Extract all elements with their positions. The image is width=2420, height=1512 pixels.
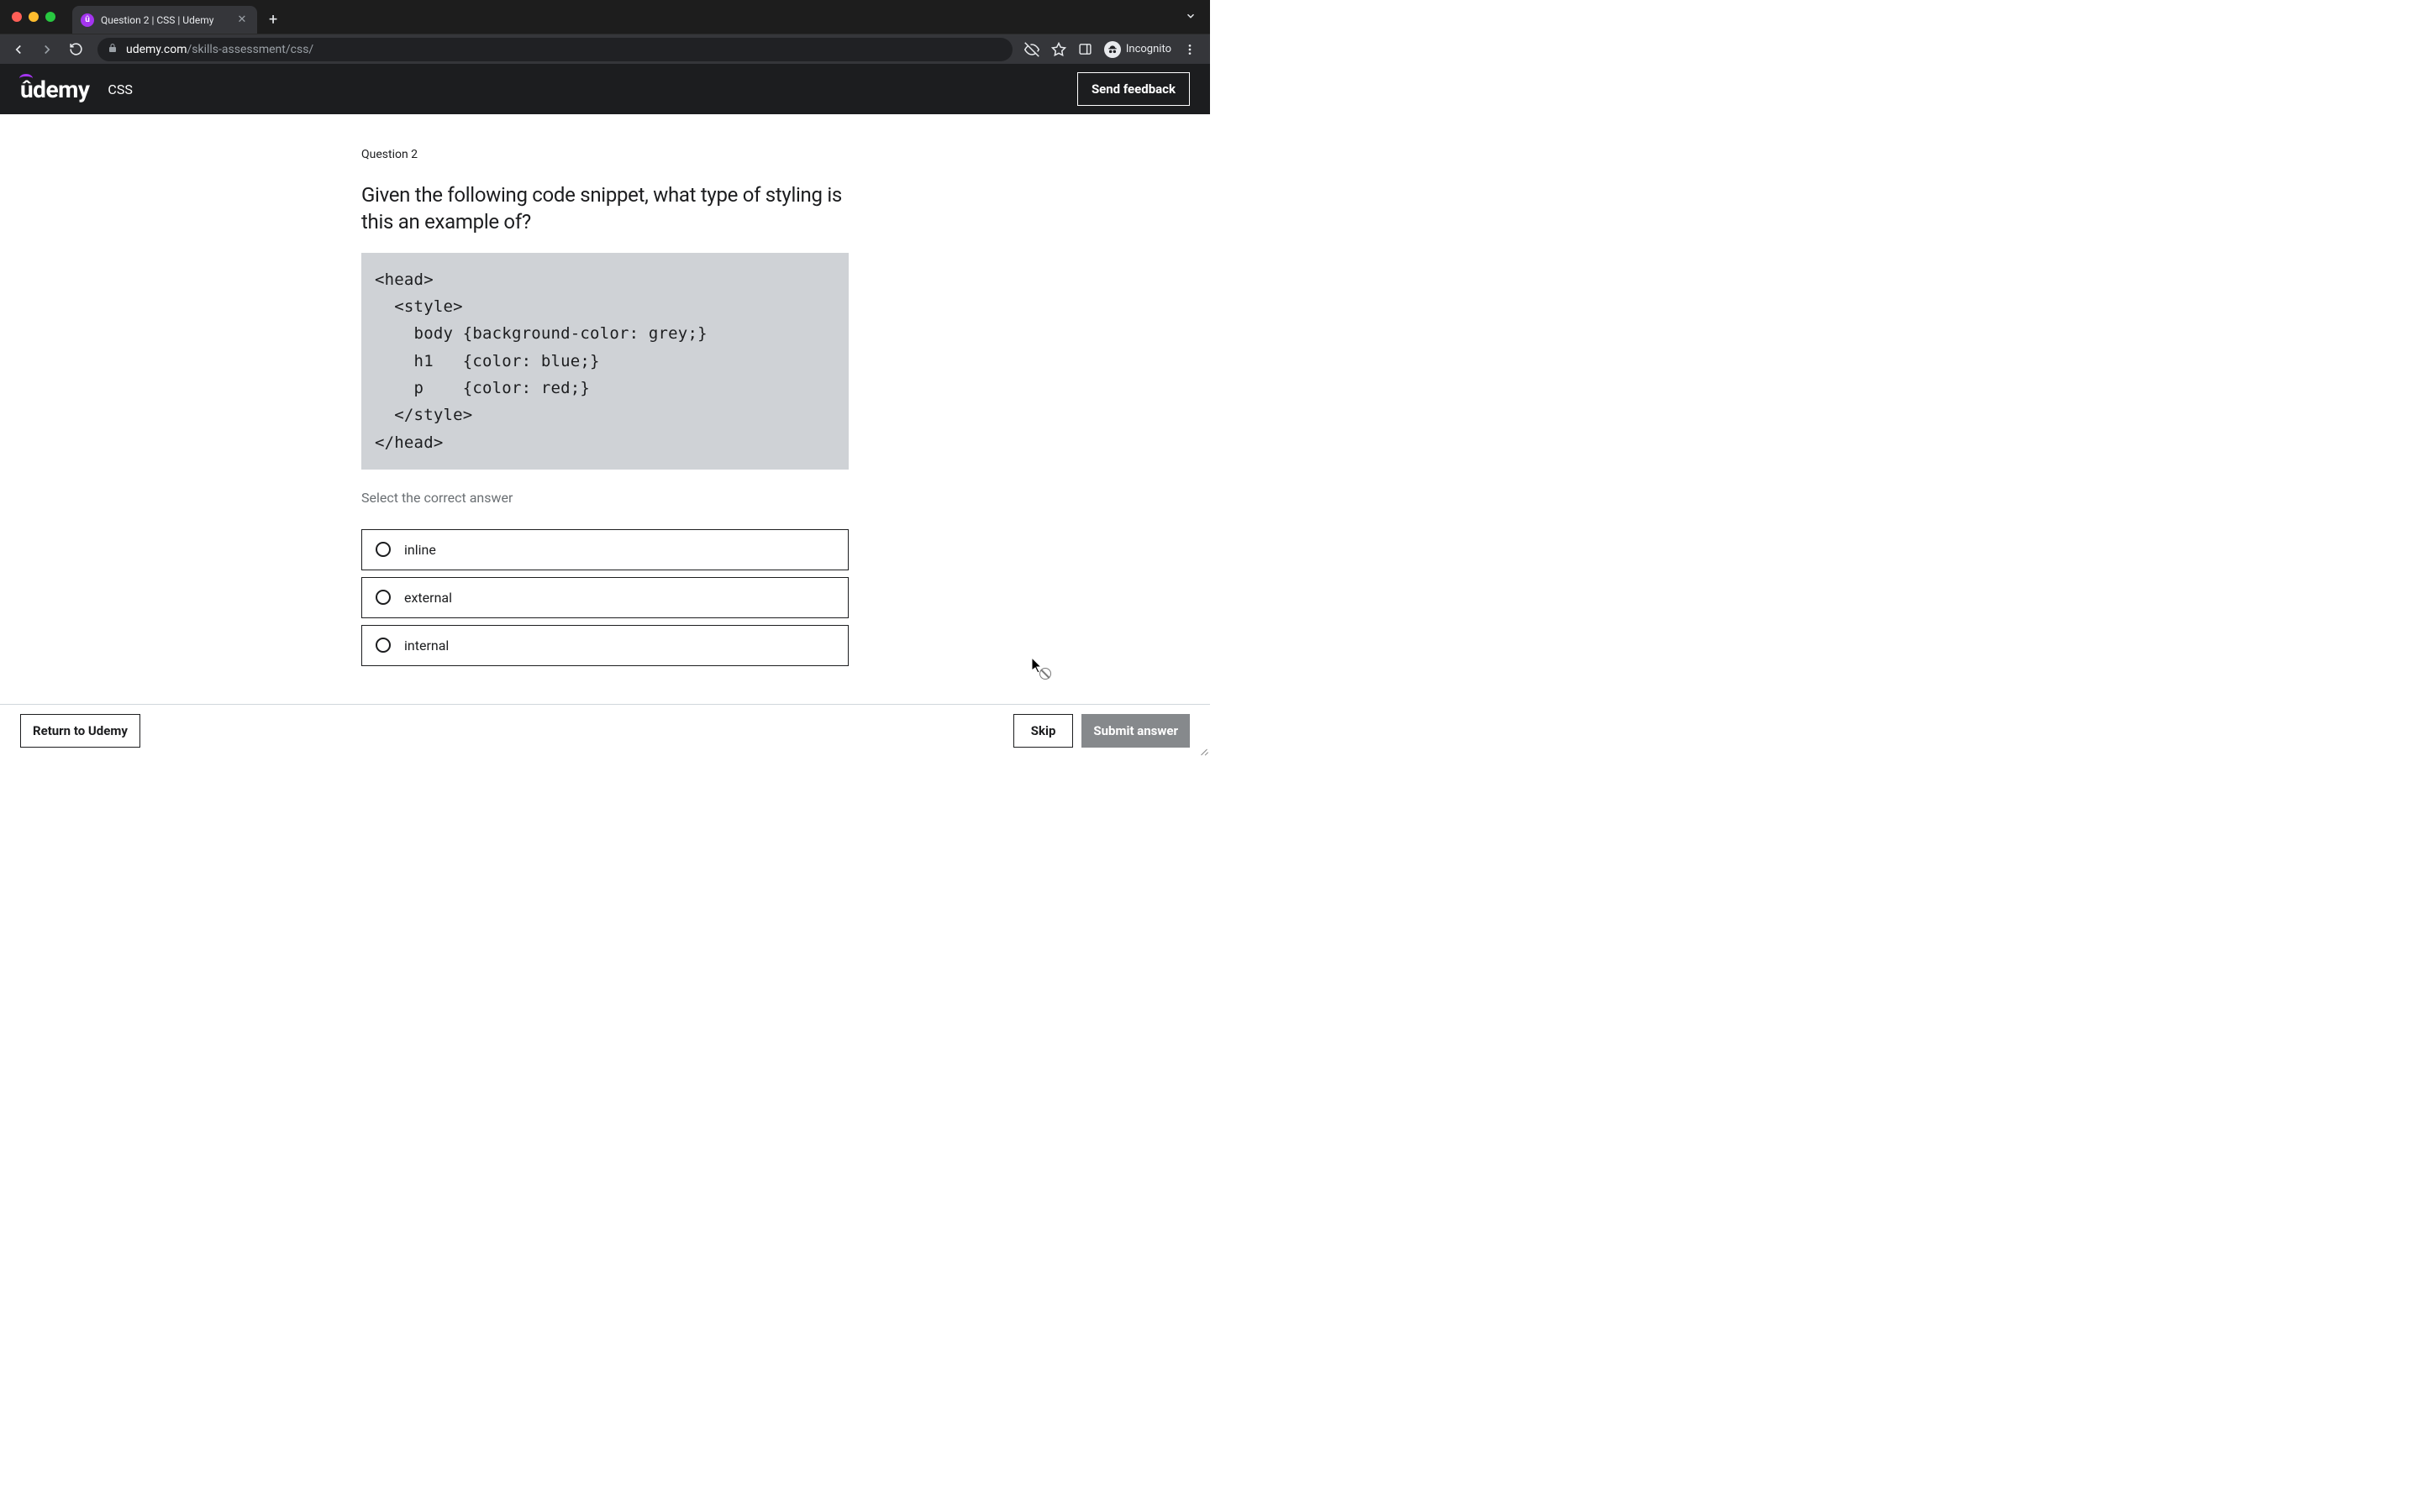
tab-close-icon[interactable]: ✕ [235,13,249,26]
radio-icon [376,542,391,557]
return-to-udemy-button[interactable]: Return to Udemy [20,714,140,748]
code-snippet: <head> <style> body {background-color: g… [361,253,849,470]
assessment-topic: CSS [108,81,132,97]
window-close-button[interactable] [12,12,22,22]
question-prompt: Given the following code snippet, what t… [361,181,849,236]
window-maximize-button[interactable] [45,12,55,22]
radio-icon [376,638,391,653]
answer-option[interactable]: external [361,577,849,618]
select-hint: Select the correct answer [361,490,849,506]
browser-chrome: û Question 2 | CSS | Udemy ✕ + udemy.com… [0,0,1210,64]
option-label: external [404,590,452,606]
udemy-logo[interactable]: ûdemy [20,76,89,103]
kebab-menu-icon[interactable] [1183,43,1197,56]
main-content: Question 2 Given the following code snip… [0,114,1210,704]
answer-option[interactable]: internal [361,625,849,666]
submit-answer-button[interactable]: Submit answer [1081,714,1190,748]
incognito-indicator[interactable]: Incognito [1104,41,1171,58]
window-controls [12,12,55,22]
radio-icon [376,590,391,605]
address-bar: udemy.com/skills-assessment/css/ Incogni… [0,34,1210,64]
answer-options: inline external internal [361,529,849,666]
send-feedback-button[interactable]: Send feedback [1077,72,1190,106]
option-label: internal [404,638,449,654]
resize-handle-icon [1198,744,1208,754]
question-number: Question 2 [361,148,849,161]
option-label: inline [404,542,436,558]
url-field[interactable]: udemy.com/skills-assessment/css/ [97,38,1013,61]
tab-overflow-button[interactable] [1185,9,1210,25]
back-button[interactable] [7,38,30,61]
udemy-header: ûdemy CSS Send feedback [0,64,1210,114]
tab-title: Question 2 | CSS | Udemy [101,14,229,26]
skip-button[interactable]: Skip [1013,714,1074,748]
footer-bar: Return to Udemy Skip Submit answer [0,704,1210,756]
forward-button[interactable] [35,38,59,61]
answer-option[interactable]: inline [361,529,849,570]
reload-button[interactable] [64,38,87,61]
incognito-icon [1104,41,1121,58]
tab-strip: û Question 2 | CSS | Udemy ✕ + [0,0,1210,34]
url-text: udemy.com/skills-assessment/css/ [126,43,313,56]
lock-icon [108,43,118,55]
browser-tab[interactable]: û Question 2 | CSS | Udemy ✕ [72,6,257,34]
new-tab-button[interactable]: + [257,11,289,29]
side-panel-icon[interactable] [1078,42,1092,56]
eye-off-icon[interactable] [1024,42,1039,57]
window-minimize-button[interactable] [29,12,39,22]
bookmark-star-icon[interactable] [1051,42,1066,57]
udemy-favicon-icon: û [81,13,94,27]
